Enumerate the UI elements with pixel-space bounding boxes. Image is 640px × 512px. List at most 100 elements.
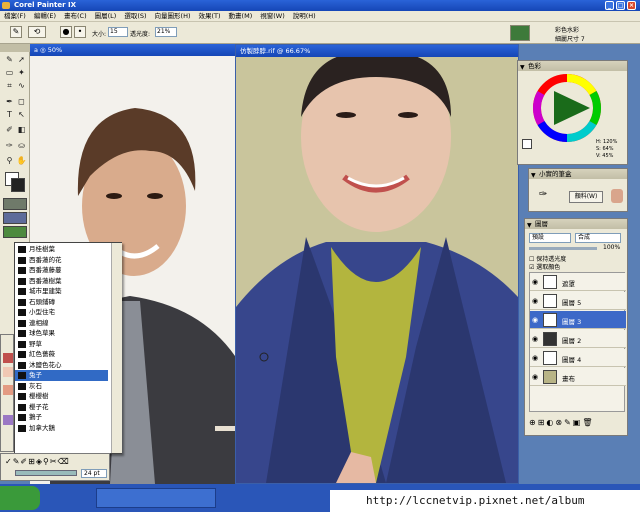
color-chip[interactable]	[3, 415, 13, 425]
layer-row[interactable]: ◉ 圖層 5	[530, 292, 626, 310]
close-button[interactable]: ×	[627, 1, 636, 10]
custom-palette-header[interactable]: ▼ 小實的筆盒	[529, 169, 627, 179]
dropdown-item[interactable]: 西番蓮的花	[15, 255, 108, 266]
color-chip[interactable]	[3, 367, 13, 377]
dropdown-scrollbar[interactable]	[111, 243, 122, 453]
paper-selector[interactable]	[3, 198, 27, 210]
brush-title: 彩色水彩	[555, 27, 580, 34]
eraser-icon[interactable]: ✎	[10, 26, 22, 38]
brush-mode-icon[interactable]: ⟲	[28, 26, 46, 38]
brush-size-slider[interactable]	[15, 470, 77, 476]
layer-row[interactable]: ◉ 圖層 2	[530, 330, 626, 348]
brush-category-icon[interactable]	[510, 25, 530, 41]
composite-method-select[interactable]: 合成	[575, 233, 621, 243]
dropdown-item[interactable]: 小型住宅	[15, 307, 108, 318]
layer-row[interactable]: ◉ 畫布	[530, 368, 626, 386]
menu-effects[interactable]: 效果(T)	[195, 11, 225, 22]
pattern-selector[interactable]	[3, 226, 27, 238]
panel-main-swatch[interactable]	[522, 139, 532, 149]
avatar-icon[interactable]	[611, 189, 623, 203]
magnifier-icon[interactable]: ⚲	[4, 155, 15, 166]
menu-file[interactable]: 檔案(F)	[0, 11, 30, 22]
dropdown-item[interactable]: 灰石	[15, 381, 108, 392]
opacity-field[interactable]: 21%	[155, 27, 177, 37]
pick-up-color-checkbox[interactable]: ☑ 選取顏色	[529, 262, 560, 271]
dropdown-item[interactable]: 紅色薔薇	[15, 349, 108, 360]
dropper-brush-icon[interactable]: ✐	[4, 124, 15, 135]
opacity-slider[interactable]	[529, 247, 597, 250]
layer-row[interactable]: ◉ 圖層 4	[530, 349, 626, 367]
dropdown-item[interactable]: 西番蓮樹葉	[15, 276, 108, 287]
paint-bucket-icon[interactable]: ⛀	[16, 140, 27, 151]
eraser-tool-icon[interactable]: ◧	[16, 124, 27, 135]
lasso-icon[interactable]: ∿	[16, 80, 27, 91]
mixer-button[interactable]: 顏料(W)	[569, 191, 603, 203]
menu-movie[interactable]: 動畫(M)	[225, 11, 257, 22]
painting-canvas[interactable]	[236, 57, 518, 483]
layer-row-selected[interactable]: ◉ 圖層 3	[530, 311, 626, 329]
gradient-selector[interactable]	[3, 212, 27, 224]
layer-name: 圖層 5	[562, 299, 582, 307]
color-chip[interactable]	[3, 385, 13, 395]
layer-adjuster-icon[interactable]: ➚	[16, 54, 27, 65]
size-field[interactable]: 15	[108, 27, 128, 37]
dropdown-item[interactable]: 城市里建築	[15, 286, 108, 297]
layer-row[interactable]: ◉ 遮罩	[530, 273, 626, 291]
dropdown-item[interactable]: 石頭鋪磚	[15, 297, 108, 308]
menu-shapes[interactable]: 向量圖形(H)	[151, 11, 195, 22]
painting-art	[236, 57, 518, 483]
eye-icon[interactable]: ◉	[532, 335, 540, 343]
menu-edit[interactable]: 編輯(E)	[30, 11, 60, 22]
menu-select[interactable]: 選取(S)	[120, 11, 150, 22]
nozzle-icon	[18, 340, 26, 348]
shape-selection-icon[interactable]: ↖	[16, 109, 27, 120]
grabber-icon[interactable]: ✋	[16, 155, 27, 166]
start-button[interactable]	[0, 486, 40, 510]
color-panel-header[interactable]: ▼ 色彩	[518, 61, 627, 71]
dropdown-item[interactable]: 加拿大鵝	[15, 423, 108, 434]
menu-canvas[interactable]: 畫布(C)	[60, 11, 91, 22]
menu-help[interactable]: 說明(H)	[289, 11, 320, 22]
magic-wand-icon[interactable]: ✦	[16, 67, 27, 78]
dropdown-item-label: 西番蓮藤蔓	[29, 266, 62, 274]
shape-icon[interactable]: ◻	[16, 96, 27, 107]
dropdown-item[interactable]: 野草	[15, 339, 108, 350]
dab-round-icon[interactable]: ●	[60, 26, 72, 38]
blend-mode-select[interactable]: 預設	[529, 233, 571, 243]
dropdown-item[interactable]: 櫻櫻樹	[15, 391, 108, 402]
taskbar-app-button[interactable]	[96, 488, 216, 508]
menu-layers[interactable]: 圖層(L)	[91, 11, 121, 22]
dropdown-item-label: 石頭鋪磚	[29, 297, 55, 306]
dropdown-item[interactable]: 鵝子	[15, 412, 108, 423]
eye-icon[interactable]: ◉	[532, 354, 540, 362]
additional-color-swatch[interactable]	[11, 178, 25, 192]
eye-icon[interactable]: ◉	[532, 278, 540, 286]
color-chip[interactable]	[3, 353, 13, 363]
dropdown-item-selected[interactable]: 兔子	[15, 370, 108, 381]
brush-control-icons[interactable]: ✓✎✐⊞◈⚲✂⌫	[5, 457, 70, 466]
brush-size-field[interactable]: 24 pt	[81, 469, 107, 478]
pen-icon[interactable]: ✒	[4, 96, 15, 107]
hue-ring[interactable]	[532, 73, 602, 143]
maximize-button[interactable]: □	[616, 1, 625, 10]
dropdown-item[interactable]: 月桂樹葉	[15, 244, 108, 255]
dropdown-item[interactable]: 沐鹽色花心	[15, 360, 108, 371]
dab-dot-icon[interactable]: •	[74, 26, 86, 38]
brush-tool-icon[interactable]: ✎	[4, 54, 15, 65]
dropdown-item[interactable]: 西番蓮藤蔓	[15, 265, 108, 276]
crop-icon[interactable]: ⌗	[4, 80, 15, 91]
menu-window[interactable]: 視窗(W)	[256, 11, 289, 22]
eye-icon[interactable]: ◉	[532, 316, 540, 324]
dropper-icon[interactable]: ✑	[4, 140, 15, 151]
layer-commands[interactable]: ⊕⊞◐⊗✎▣🗑	[529, 417, 625, 429]
eye-icon[interactable]: ◉	[532, 297, 540, 305]
rectangle-select-icon[interactable]: ▭	[4, 67, 15, 78]
dropdown-item[interactable]: 連相線	[15, 318, 108, 329]
text-icon[interactable]: T	[4, 109, 15, 120]
layers-panel-header[interactable]: ▼ 圖層	[525, 219, 627, 229]
dropdown-item[interactable]: 球色草果	[15, 328, 108, 339]
eye-icon[interactable]: ◉	[532, 373, 540, 381]
brush-preset-icon[interactable]: ✑	[539, 189, 547, 200]
dropdown-item[interactable]: 櫻子花	[15, 402, 108, 413]
minimize-button[interactable]: _	[605, 1, 614, 10]
